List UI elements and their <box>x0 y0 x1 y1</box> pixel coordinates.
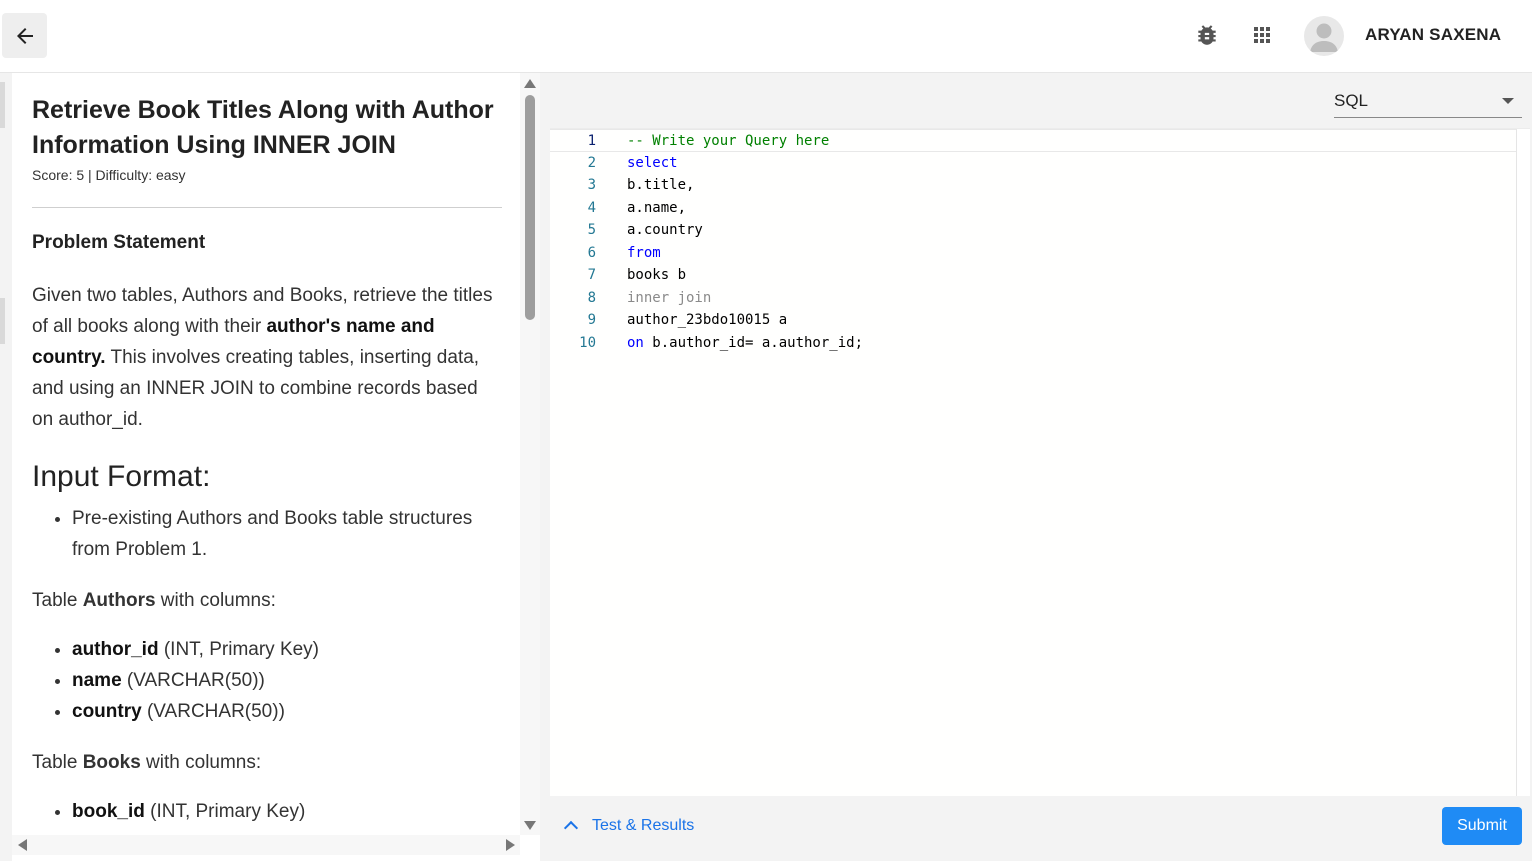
code-text: inner join <box>627 289 712 306</box>
code-text: a.country <box>627 222 703 238</box>
test-results-label: Test & Results <box>592 817 695 834</box>
list-item: author_id (INT, Primary Key) <box>72 634 502 665</box>
code-line[interactable]: 6 from <box>550 242 1516 265</box>
language-select[interactable]: SQL <box>1334 88 1522 118</box>
line-number: 4 <box>587 199 596 216</box>
problem-statement-heading: Problem Statement <box>32 232 206 253</box>
line-number: 3 <box>587 177 596 193</box>
bug-icon[interactable] <box>1194 22 1220 48</box>
test-results-toggle[interactable]: Test & Results <box>563 815 695 837</box>
avatar[interactable] <box>1304 16 1344 56</box>
line-number: 10 <box>579 334 596 351</box>
code-text: a.name, <box>627 199 687 216</box>
line-number: 8 <box>587 289 596 306</box>
collapse-handle-top[interactable] <box>0 82 5 128</box>
apps-grid-icon[interactable] <box>1249 22 1275 48</box>
list-item: country (VARCHAR(50)) <box>72 696 502 727</box>
code-text: -- Write your Query here <box>627 133 830 149</box>
question-title: Retrieve Book Titles Along with Author I… <box>32 96 494 159</box>
books-columns-list: book_id (INT, Primary Key) <box>32 796 502 827</box>
scroll-up-arrow-icon[interactable] <box>524 79 536 88</box>
person-avatar-icon <box>1310 23 1338 52</box>
code-text: books b <box>627 267 687 283</box>
submit-button[interactable]: Submit <box>1442 807 1522 845</box>
divider <box>32 207 502 208</box>
problem-statement-text: Given two tables, Authors and Books, ret… <box>32 285 493 430</box>
scroll-down-arrow-icon[interactable] <box>524 821 536 830</box>
top-header: ARYAN SAXENA <box>0 0 1532 73</box>
line-number: 7 <box>587 267 596 283</box>
scroll-left-arrow-icon[interactable] <box>18 839 27 851</box>
user-name[interactable]: ARYAN SAXENA <box>1365 25 1501 45</box>
code-line[interactable]: 3 b.title, <box>550 174 1516 197</box>
list-item: book_id (INT, Primary Key) <box>72 796 502 827</box>
code-line[interactable]: 5 a.country <box>550 219 1516 242</box>
chevron-up-icon <box>563 820 579 836</box>
code-text: on b.author_id= a.author_id; <box>627 334 864 351</box>
line-number: 6 <box>587 244 596 261</box>
code-text: from <box>627 244 661 261</box>
language-select-value: SQL <box>1334 91 1369 110</box>
horizontal-scrollbar[interactable] <box>12 835 520 855</box>
code-line[interactable]: 9 author_23bdo10015 a <box>550 309 1516 332</box>
collapse-handle-middle[interactable] <box>0 298 5 344</box>
code-text: author_23bdo10015 a <box>627 312 788 328</box>
code-line[interactable]: 1 -- Write your Query here <box>550 129 1516 152</box>
authors-table-line: Table Authors with columns: <box>32 590 276 611</box>
code-editor[interactable]: 1 -- Write your Query here 2 select 3 b.title… <box>550 128 1530 796</box>
code-line[interactable]: 10 on b.author_id= a.author_id; <box>550 332 1516 355</box>
arrow-left-icon <box>16 27 33 44</box>
input-format-list: Pre-existing Authors and Books table str… <box>32 503 502 565</box>
code-line[interactable]: 2 select <box>550 152 1516 175</box>
code-text: b.title, <box>627 177 695 193</box>
left-gutter <box>0 73 12 861</box>
line-number: 2 <box>587 154 596 171</box>
list-item: name (VARCHAR(50)) <box>72 665 502 696</box>
code-line[interactable]: 4 a.name, <box>550 197 1516 220</box>
line-number: 9 <box>587 312 596 328</box>
line-number: 5 <box>587 222 596 238</box>
input-format-heading: Input Format: <box>32 460 211 493</box>
line-number: 1 <box>587 133 596 149</box>
question-panel: Retrieve Book Titles Along with Author I… <box>12 73 520 835</box>
vertical-scroll-thumb[interactable] <box>525 95 535 320</box>
books-table-line: Table Books with columns: <box>32 752 262 773</box>
code-lines: 1 -- Write your Query here 2 select 3 b.title… <box>550 129 1516 354</box>
code-line[interactable]: 7 books b <box>550 264 1516 287</box>
code-line[interactable]: 8 inner join <box>550 287 1516 310</box>
chevron-down-icon <box>1502 98 1514 104</box>
list-item: Pre-existing Authors and Books table str… <box>72 503 502 565</box>
back-button[interactable] <box>2 13 47 58</box>
question-meta: Score: 5 | Difficulty: easy <box>32 167 186 183</box>
authors-columns-list: author_id (INT, Primary Key) name (VARCH… <box>32 634 502 727</box>
editor-scrollbar[interactable] <box>1516 129 1530 796</box>
scroll-right-arrow-icon[interactable] <box>506 839 515 851</box>
code-text: select <box>627 154 678 171</box>
